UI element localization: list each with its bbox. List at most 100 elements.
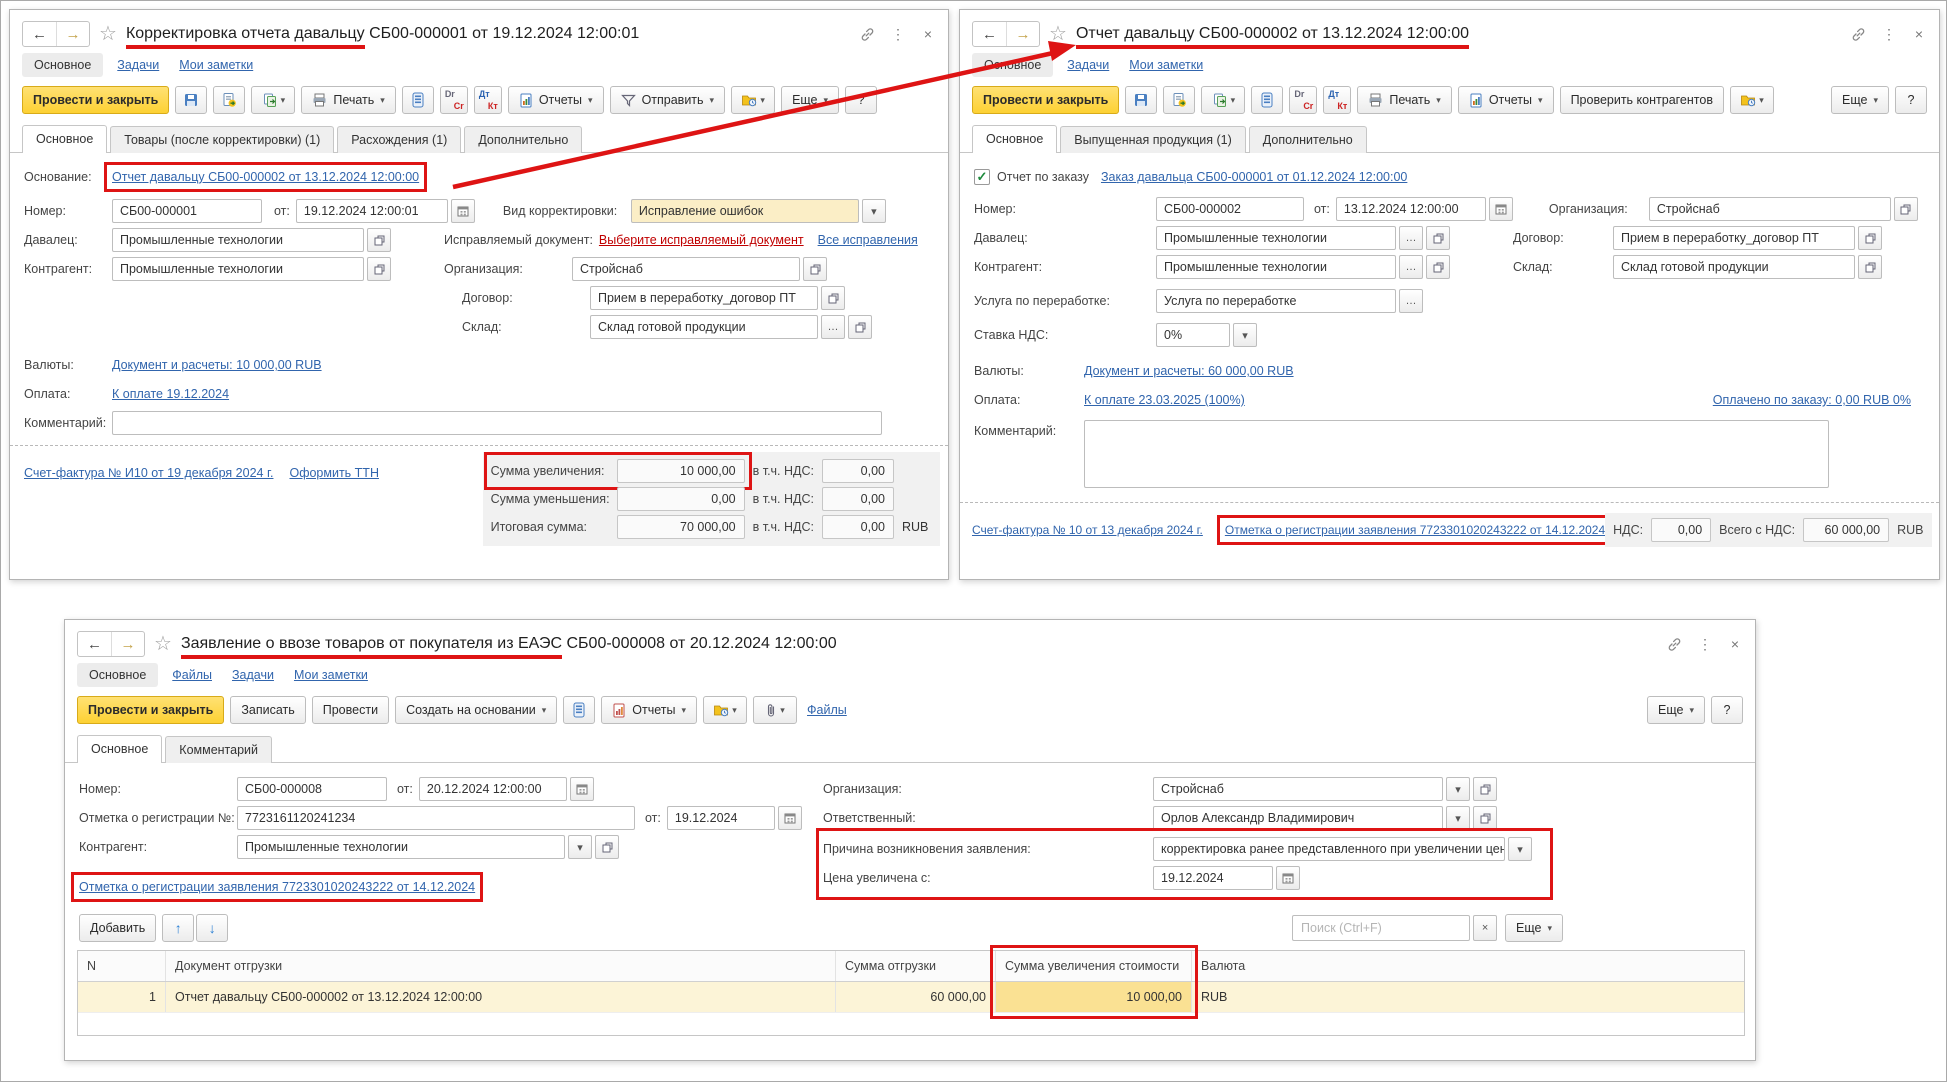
w2-sklad-field[interactable]: Склад готовой продукции <box>1613 255 1855 279</box>
attached-files-icon[interactable]: ▾ <box>703 696 747 724</box>
w3-kontragent-field[interactable]: Промышленные технологии <box>237 835 565 859</box>
w1-invoice-link[interactable]: Счет-фактура № И10 от 19 декабря 2024 г. <box>24 466 273 480</box>
w2-invoice-link[interactable]: Счет-фактура № 10 от 13 декабря 2024 г. <box>972 523 1203 537</box>
w3-create-based-on-button[interactable]: Создать на основании▾ <box>395 696 557 724</box>
w1-all-corrections-link[interactable]: Все исправления <box>818 233 918 247</box>
w3-registration-mark-link[interactable]: Отметка о регистрации заявления 77233010… <box>79 880 475 894</box>
ellipsis-icon[interactable]: … <box>1399 255 1423 279</box>
w2-currencies-link[interactable]: Документ и расчеты: 60 000,00 RUB <box>1084 364 1294 378</box>
open-link-icon[interactable] <box>595 835 619 859</box>
w2-vat-rate-field[interactable]: 0% <box>1156 323 1230 347</box>
open-link-icon[interactable] <box>1858 226 1882 250</box>
search-input[interactable] <box>1292 915 1470 941</box>
calendar-icon[interactable] <box>570 777 594 801</box>
w3-post-button[interactable]: Провести <box>312 696 389 724</box>
w2-more-button[interactable]: Еще▾ <box>1831 86 1889 114</box>
dt-kt-entries-icon[interactable]: ДтКт <box>474 86 502 114</box>
col-header-increase-amount[interactable]: Сумма увеличения стоимости <box>996 951 1192 981</box>
w2-check-counterparties-button[interactable]: Проверить контрагентов <box>1560 86 1724 114</box>
w1-org-field[interactable]: Стройснаб <box>572 257 800 281</box>
forward-icon[interactable]: → <box>111 632 144 656</box>
post-document-icon[interactable] <box>1163 86 1195 114</box>
clear-search-icon[interactable]: × <box>1473 915 1497 941</box>
open-link-icon[interactable] <box>1426 255 1450 279</box>
calendar-icon[interactable] <box>778 806 802 830</box>
w2-reports-button[interactable]: Отчеты▾ <box>1458 86 1554 114</box>
w1-print-button[interactable]: Печать▾ <box>301 86 395 114</box>
favorite-star-icon[interactable]: ☆ <box>154 634 172 654</box>
w1-osnovanie-link[interactable]: Отчет давальцу СБ00-000002 от 13.12.2024… <box>112 170 419 184</box>
w1-tab-goods[interactable]: Товары (после корректировки) (1) <box>110 126 334 153</box>
w3-reports-button[interactable]: Отчеты▾ <box>601 696 697 724</box>
w3-files-link[interactable]: Файлы <box>807 703 847 717</box>
w3-section-tasks[interactable]: Задачи <box>226 664 280 686</box>
move-up-icon[interactable]: ↑ <box>162 914 194 942</box>
create-based-on-icon[interactable]: ▾ <box>251 86 295 114</box>
back-icon[interactable]: ← <box>23 22 56 46</box>
w1-choose-corrected-doc-link[interactable]: Выберите исправляемый документ <box>599 233 804 247</box>
w3-add-row-button[interactable]: Добавить <box>79 914 156 942</box>
attached-files-icon[interactable]: ▾ <box>1730 86 1774 114</box>
w1-section-tasks[interactable]: Задачи <box>111 54 165 76</box>
dr-cr-entries-icon[interactable]: DrCr <box>1289 86 1317 114</box>
favorite-star-icon[interactable]: ☆ <box>1049 24 1067 44</box>
w3-section-files[interactable]: Файлы <box>166 664 218 686</box>
w1-tab-main[interactable]: Основное <box>22 125 107 153</box>
dr-cr-entries-icon[interactable]: DrCr <box>440 86 468 114</box>
w2-help-button[interactable]: ? <box>1895 86 1927 114</box>
w2-service-field[interactable]: Услуга по переработке <box>1156 289 1396 313</box>
col-header-shipment-doc[interactable]: Документ отгрузки <box>166 951 836 981</box>
create-based-on-icon[interactable]: ▾ <box>1201 86 1245 114</box>
dropdown-icon[interactable]: ▾ <box>1233 323 1257 347</box>
w2-comment-input[interactable] <box>1084 420 1829 488</box>
related-documents-icon[interactable] <box>563 696 595 724</box>
cell-currency[interactable]: RUB <box>1192 982 1744 1012</box>
w2-order-link[interactable]: Заказ давальца СБ00-000001 от 01.12.2024… <box>1101 170 1407 184</box>
w2-dogovor-field[interactable]: Прием в переработку_договор ПТ <box>1613 226 1855 250</box>
dt-kt-entries-icon[interactable]: ДтКт <box>1323 86 1351 114</box>
save-icon[interactable] <box>1125 86 1157 114</box>
attached-files-icon[interactable]: ▾ <box>731 86 775 114</box>
w3-date-field[interactable]: 20.12.2024 12:00:00 <box>419 777 567 801</box>
favorite-star-icon[interactable]: ☆ <box>99 24 117 44</box>
save-icon[interactable] <box>175 86 207 114</box>
forward-icon[interactable]: → <box>1006 22 1039 46</box>
calendar-icon[interactable] <box>451 199 475 223</box>
w3-tab-main[interactable]: Основное <box>77 735 162 763</box>
ellipsis-icon[interactable]: … <box>821 315 845 339</box>
open-link-icon[interactable] <box>803 257 827 281</box>
cell-increase-amount[interactable]: 10 000,00 <box>996 982 1192 1012</box>
dropdown-icon[interactable]: ▾ <box>1446 806 1470 830</box>
calendar-icon[interactable] <box>1276 866 1300 890</box>
w2-paid-by-order-link[interactable]: Оплачено по заказу: 0,00 RUB 0% <box>1713 393 1911 407</box>
w3-help-button[interactable]: ? <box>1711 696 1743 724</box>
w2-number-field[interactable]: СБ00-000002 <box>1156 197 1304 221</box>
w2-print-button[interactable]: Печать▾ <box>1357 86 1451 114</box>
w1-help-button[interactable]: ? <box>845 86 877 114</box>
w2-davalets-field[interactable]: Промышленные технологии <box>1156 226 1396 250</box>
w2-section-notes[interactable]: Мои заметки <box>1123 54 1209 76</box>
post-document-icon[interactable] <box>213 86 245 114</box>
dropdown-icon[interactable]: ▾ <box>1446 777 1470 801</box>
w3-responsible-field[interactable]: Орлов Александр Владимирович <box>1153 806 1443 830</box>
cell-shipment-doc[interactable]: Отчет давальцу СБ00-000002 от 13.12.2024… <box>166 982 836 1012</box>
ellipsis-icon[interactable]: … <box>1399 226 1423 250</box>
w1-date-field[interactable]: 19.12.2024 12:00:01 <box>296 199 448 223</box>
kebab-menu-icon[interactable]: ⋮ <box>1697 636 1713 653</box>
cell-shipment-amount[interactable]: 60 000,00 <box>836 982 996 1012</box>
w2-tab-main[interactable]: Основное <box>972 125 1057 153</box>
dropdown-icon[interactable]: ▾ <box>862 199 886 223</box>
related-documents-icon[interactable] <box>1251 86 1283 114</box>
w2-registration-mark-link[interactable]: Отметка о регистрации заявления 77233010… <box>1225 523 1605 537</box>
w3-number-field[interactable]: СБ00-000008 <box>237 777 387 801</box>
w3-post-and-close-button[interactable]: Провести и закрыть <box>77 696 224 724</box>
w3-org-field[interactable]: Стройснаб <box>1153 777 1443 801</box>
w2-date-field[interactable]: 13.12.2024 12:00:00 <box>1336 197 1486 221</box>
w1-tab-extra[interactable]: Дополнительно <box>464 126 582 153</box>
w1-kontragent-field[interactable]: Промышленные технологии <box>112 257 364 281</box>
calendar-icon[interactable] <box>1489 197 1513 221</box>
open-link-icon[interactable] <box>821 286 845 310</box>
open-link-icon[interactable] <box>367 257 391 281</box>
w1-sklad-field[interactable]: Склад готовой продукции <box>590 315 818 339</box>
close-icon[interactable]: × <box>920 26 936 42</box>
